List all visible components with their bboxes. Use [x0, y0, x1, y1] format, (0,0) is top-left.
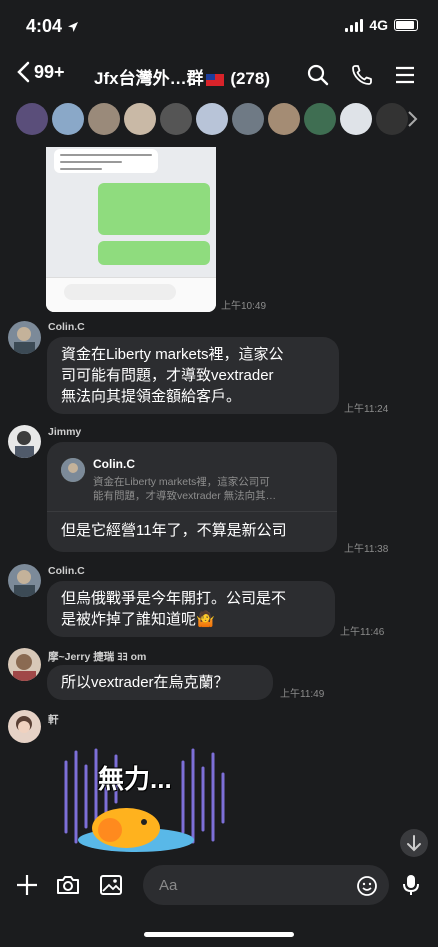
avatar[interactable]: [52, 103, 84, 135]
sender-name: Colin.C: [48, 321, 85, 333]
message-input-bar: [0, 857, 438, 947]
image-icon[interactable]: [98, 872, 124, 898]
message-time: 上午11:38: [344, 544, 389, 555]
chevron-right-icon[interactable]: [406, 110, 418, 128]
message-time: 上午11:24: [344, 404, 389, 415]
avatar-image: [8, 648, 41, 681]
avatar-image: [8, 425, 41, 458]
avatar[interactable]: [8, 648, 41, 681]
message-time: 上午11:46: [340, 627, 385, 638]
emoji-icon[interactable]: [356, 875, 378, 897]
avatar[interactable]: [8, 564, 41, 597]
avatar[interactable]: [232, 103, 264, 135]
avatar-image: [8, 564, 41, 597]
microphone-icon[interactable]: [398, 872, 424, 898]
menu-icon[interactable]: [393, 63, 417, 87]
avatar[interactable]: [124, 103, 156, 135]
message-bubble[interactable]: 所以vextrader在烏克蘭？: [47, 665, 273, 700]
avatar-image: [8, 710, 41, 743]
avatar[interactable]: [8, 425, 41, 458]
signal-icon: [345, 18, 364, 32]
avatar-image: [8, 321, 41, 354]
status-indicators: 4G: [345, 17, 418, 33]
avatar[interactable]: [196, 103, 228, 135]
reply-sender: Colin.C: [93, 457, 135, 471]
message-list[interactable]: 上午10:49 Colin.C 資金在Liberty markets裡，這家公 …: [0, 147, 438, 857]
status-time: 4:04: [26, 16, 79, 37]
avatar[interactable]: [376, 103, 408, 135]
message-time: 上午10:49: [221, 301, 267, 312]
avatar[interactable]: [88, 103, 120, 135]
sender-name: Jimmy: [48, 426, 82, 438]
avatar[interactable]: [8, 321, 41, 354]
avatar[interactable]: [160, 103, 192, 135]
avatar[interactable]: [268, 103, 300, 135]
plus-icon[interactable]: [14, 872, 40, 898]
arrow-down-icon: [407, 835, 421, 852]
sender-name: Colin.C: [48, 565, 85, 577]
battery-icon: [394, 19, 418, 31]
message-time: 上午11:49: [280, 689, 325, 700]
avatar: [61, 458, 85, 482]
chat-title[interactable]: Jfx台灣外…群 (278): [94, 64, 270, 89]
chevron-left-icon: [17, 61, 30, 83]
location-arrow-icon: [68, 22, 79, 33]
avatar[interactable]: [304, 103, 336, 135]
avatar[interactable]: [340, 103, 372, 135]
taiwan-flag-icon: [205, 73, 224, 86]
message-input[interactable]: [143, 865, 389, 905]
sticker-text: 無力...: [98, 764, 172, 794]
reply-quote[interactable]: Colin.C 資金在Liberty markets裡，這家公司可 能有問題，才…: [61, 452, 323, 503]
status-bar: 4:04 4G: [0, 0, 438, 52]
avatar[interactable]: [16, 103, 48, 135]
camera-icon[interactable]: [55, 872, 81, 898]
back-button[interactable]: 99+: [16, 61, 65, 83]
member-avatar-strip[interactable]: [0, 103, 438, 139]
sender-name: 軒: [48, 714, 59, 726]
sender-name: 摩~Jerry 捷瑞 ﾖﾖ om: [48, 651, 147, 663]
unread-count: 99+: [34, 61, 65, 82]
divider: [47, 511, 337, 512]
phone-icon[interactable]: [350, 63, 374, 87]
chat-header: 99+ Jfx台灣外…群 (278): [0, 55, 438, 95]
avatar[interactable]: [8, 710, 41, 743]
message-bubble[interactable]: 資金在Liberty markets裡，這家公 司可能有問題，才導致vextra…: [47, 337, 339, 414]
network-label: 4G: [369, 17, 388, 33]
scroll-to-bottom-button[interactable]: [400, 829, 428, 857]
member-count: (278): [230, 69, 270, 88]
image-message[interactable]: [46, 147, 216, 312]
search-icon[interactable]: [306, 63, 330, 87]
message-bubble[interactable]: 但烏俄戰爭是今年開打。公司是不 是被炸掉了誰知道呢🤷: [47, 581, 335, 637]
home-indicator: [144, 932, 294, 937]
message-bubble[interactable]: Colin.C 資金在Liberty markets裡，這家公司可 能有問題，才…: [47, 442, 337, 552]
